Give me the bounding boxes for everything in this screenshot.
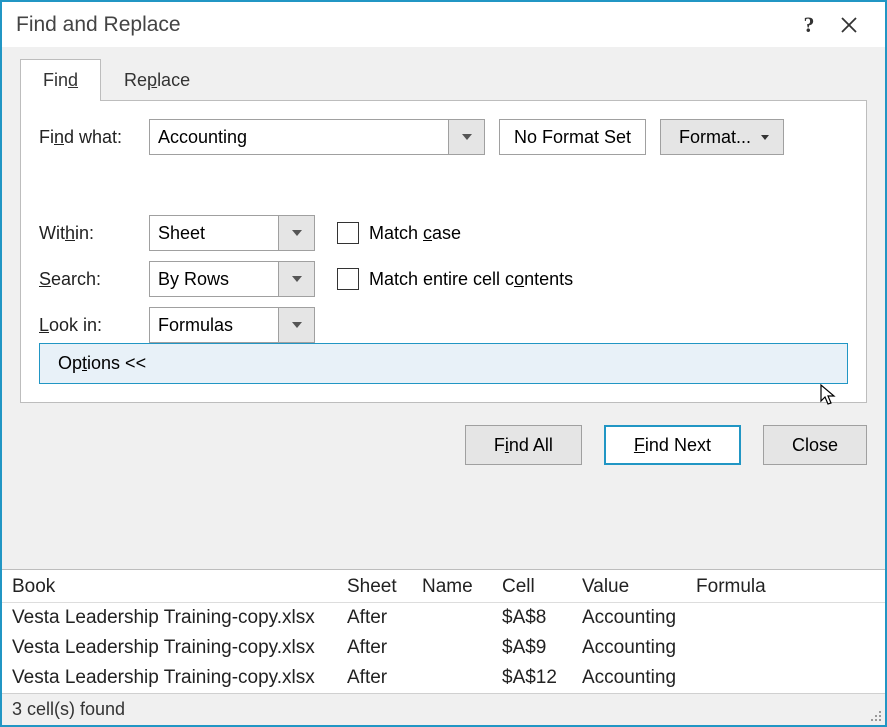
find-what-label: Find what: [39, 127, 149, 148]
status-bar: 3 cell(s) found [2, 693, 885, 725]
help-button[interactable]: ? [789, 10, 829, 40]
cell-name [412, 663, 492, 693]
titlebar: Find and Replace ? [2, 2, 885, 47]
close-button[interactable]: Close [763, 425, 867, 465]
cell-value: Accounting [572, 603, 686, 634]
find-next-button[interactable]: Find Next [604, 425, 741, 465]
dialog-title: Find and Replace [16, 13, 789, 37]
chevron-down-icon [292, 322, 302, 328]
look-in-select[interactable]: Formulas [149, 307, 279, 343]
search-select[interactable]: By Rows [149, 261, 279, 297]
options-toggle-button[interactable]: Options << [39, 343, 848, 384]
results-table[interactable]: Book Sheet Name Cell Value Formula Vesta… [2, 570, 885, 693]
search-dropdown-button[interactable] [279, 261, 315, 297]
match-entire-checkbox[interactable] [337, 268, 359, 290]
cell-cell: $A$12 [492, 663, 572, 693]
cell-book: Vesta Leadership Training-copy.xlsx [2, 633, 337, 663]
search-label: Search: [39, 269, 149, 290]
close-icon [840, 16, 858, 34]
cell-sheet: After [337, 663, 412, 693]
match-entire-label: Match entire cell contents [369, 269, 573, 290]
status-text: 3 cell(s) found [12, 699, 125, 720]
table-row[interactable]: Vesta Leadership Training-copy.xlsxAfter… [2, 663, 885, 693]
cell-formula [686, 633, 885, 663]
resize-grip-icon[interactable] [867, 707, 881, 721]
chevron-down-icon [761, 135, 769, 140]
action-buttons: Find All Find Next Close [20, 425, 867, 465]
cell-book: Vesta Leadership Training-copy.xlsx [2, 663, 337, 693]
col-name[interactable]: Name [412, 570, 492, 603]
match-case-checkbox[interactable] [337, 222, 359, 244]
tab-find[interactable]: Find [20, 59, 101, 101]
chevron-down-icon [462, 134, 472, 140]
find-replace-dialog: Find and Replace ? Find Replace Find wha… [0, 0, 887, 727]
col-sheet[interactable]: Sheet [337, 570, 412, 603]
col-value[interactable]: Value [572, 570, 686, 603]
match-case-label: Match case [369, 223, 461, 244]
cell-name [412, 603, 492, 634]
within-dropdown-button[interactable] [279, 215, 315, 251]
col-book[interactable]: Book [2, 570, 337, 603]
find-all-button[interactable]: Find All [465, 425, 582, 465]
tab-bar: Find Replace [20, 59, 867, 101]
table-row[interactable]: Vesta Leadership Training-copy.xlsxAfter… [2, 603, 885, 634]
cell-formula [686, 663, 885, 693]
chevron-down-icon [292, 276, 302, 282]
find-what-input[interactable] [149, 119, 449, 155]
format-button[interactable]: Format... [660, 119, 784, 155]
within-label: Within: [39, 223, 149, 244]
cell-value: Accounting [572, 633, 686, 663]
chevron-down-icon [292, 230, 302, 236]
dialog-body: Find Replace Find what: No Format Set Fo… [2, 47, 885, 569]
format-preview: No Format Set [499, 119, 646, 155]
find-panel: Find what: No Format Set Format... Withi… [20, 100, 867, 403]
cell-value: Accounting [572, 663, 686, 693]
cell-sheet: After [337, 603, 412, 634]
within-select[interactable]: Sheet [149, 215, 279, 251]
cell-book: Vesta Leadership Training-copy.xlsx [2, 603, 337, 634]
results-pane: Book Sheet Name Cell Value Formula Vesta… [2, 569, 885, 693]
col-formula[interactable]: Formula [686, 570, 885, 603]
cell-formula [686, 603, 885, 634]
cell-cell: $A$9 [492, 633, 572, 663]
close-window-button[interactable] [829, 10, 869, 40]
col-cell[interactable]: Cell [492, 570, 572, 603]
look-in-label: Look in: [39, 315, 149, 336]
look-in-dropdown-button[interactable] [279, 307, 315, 343]
cursor-icon [818, 383, 842, 407]
cell-cell: $A$8 [492, 603, 572, 634]
table-row[interactable]: Vesta Leadership Training-copy.xlsxAfter… [2, 633, 885, 663]
tab-replace[interactable]: Replace [101, 59, 213, 101]
find-history-dropdown[interactable] [449, 119, 485, 155]
cell-name [412, 633, 492, 663]
cell-sheet: After [337, 633, 412, 663]
